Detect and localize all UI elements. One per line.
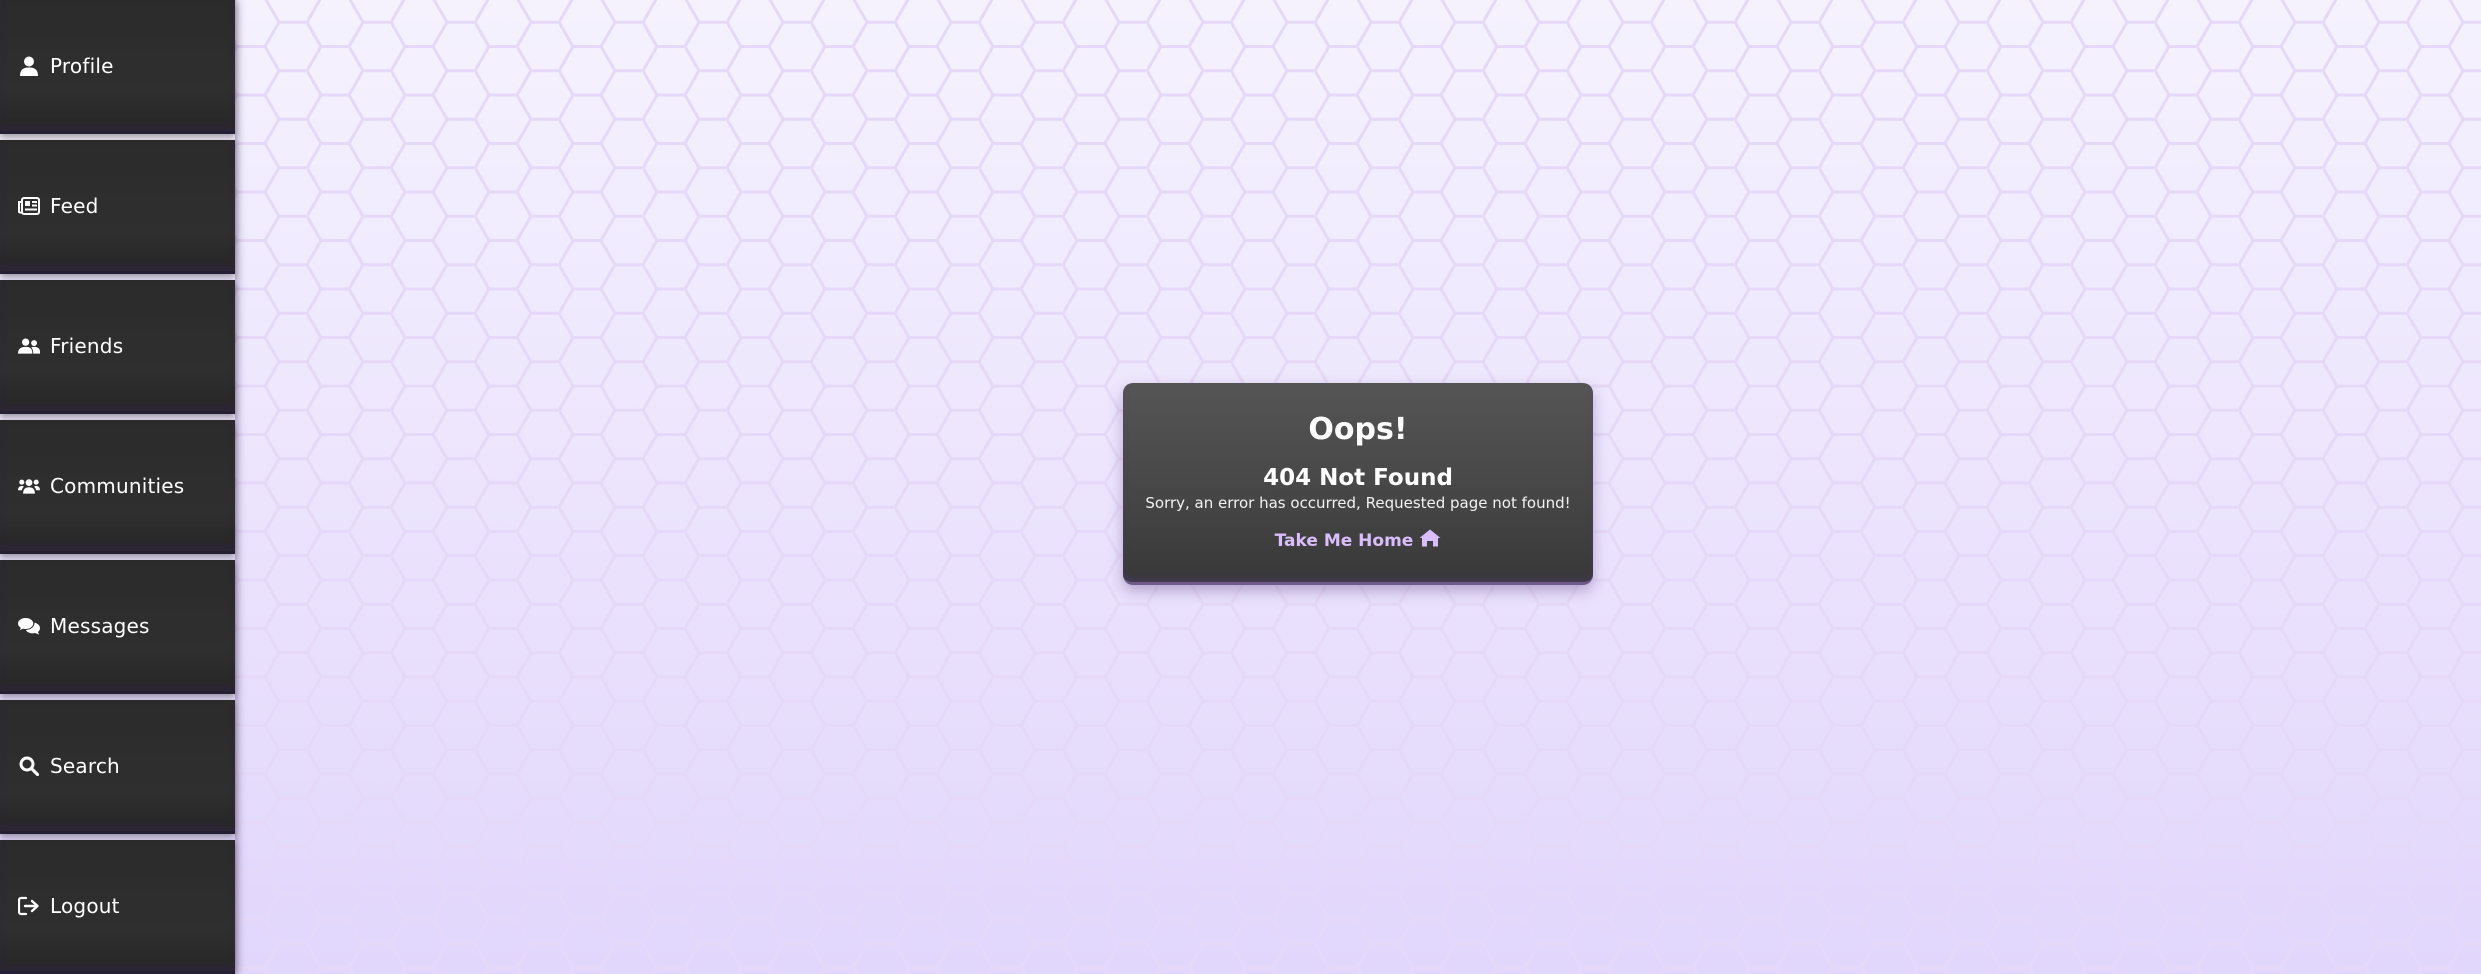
error-code: 404 Not Found (1263, 465, 1453, 491)
sidebar-item-label: Communities (50, 473, 185, 498)
newspaper-icon (18, 195, 40, 217)
error-card: Oops! 404 Not Found Sorry, an error has … (1123, 383, 1593, 585)
friends-icon (18, 335, 40, 357)
sidebar-item-logout[interactable]: Logout (0, 840, 235, 974)
sidebar: Profile Feed Friends Communities Message… (0, 0, 235, 974)
sidebar-item-profile[interactable]: Profile (0, 0, 235, 134)
sidebar-item-label: Messages (50, 613, 150, 638)
sidebar-item-label: Friends (50, 333, 124, 358)
sidebar-item-label: Feed (50, 193, 99, 218)
take-me-home-link[interactable]: Take Me Home (1123, 529, 1593, 552)
logout-icon (18, 895, 40, 917)
search-icon (18, 755, 40, 777)
users-group-icon (18, 475, 40, 497)
sidebar-item-communities[interactable]: Communities (0, 420, 235, 554)
home-icon (1419, 529, 1441, 552)
sidebar-item-label: Profile (50, 53, 114, 78)
sidebar-item-feed[interactable]: Feed (0, 140, 235, 274)
error-message: Sorry, an error has occurred, Requested … (1145, 494, 1571, 512)
home-link-label: Take Me Home (1274, 530, 1414, 551)
sidebar-item-label: Search (50, 753, 120, 778)
sidebar-item-search[interactable]: Search (0, 700, 235, 834)
sidebar-item-messages[interactable]: Messages (0, 560, 235, 694)
user-icon (18, 55, 40, 77)
sidebar-item-friends[interactable]: Friends (0, 280, 235, 414)
sidebar-item-label: Logout (50, 893, 120, 918)
error-title: Oops! (1308, 412, 1408, 447)
comments-icon (18, 615, 40, 637)
